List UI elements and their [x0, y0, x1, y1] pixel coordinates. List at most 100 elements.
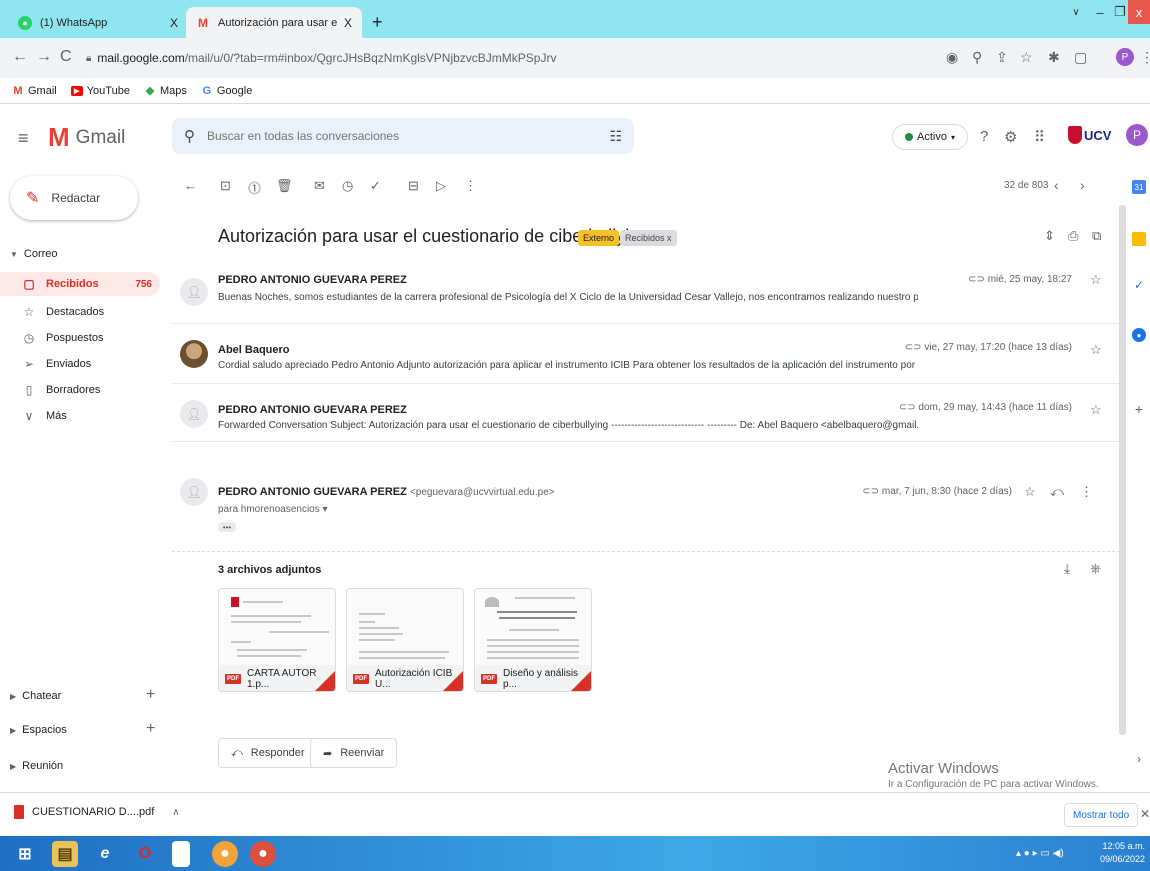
gmail-logo[interactable]: M Gmail	[48, 122, 125, 153]
next-arrow-icon[interactable]: ›	[1080, 177, 1085, 193]
thread-scrollbar[interactable]	[1119, 205, 1126, 735]
eye-icon[interactable]: ◉	[946, 49, 958, 66]
contacts-icon[interactable]: ●	[1132, 328, 1146, 342]
forward-icon[interactable]: →	[36, 48, 52, 66]
chrome-canary-icon[interactable]: ●	[212, 841, 238, 867]
show-all-downloads-button[interactable]: Mostrar todo	[1064, 803, 1139, 827]
section-chat[interactable]: ▶ Chatear	[10, 690, 61, 702]
more-actions-icon[interactable]: ⋮	[464, 178, 477, 194]
extensions-icon[interactable]: ✱	[1048, 49, 1060, 66]
settings-gear-icon[interactable]: ⚙	[1004, 128, 1017, 146]
sidebar-item-snoozed[interactable]: ◷ Pospuestos	[0, 326, 160, 350]
tab-search-icon[interactable]: ∨	[1066, 0, 1086, 24]
tab-gmail[interactable]: M Autorización para usar el cuestion X	[186, 7, 362, 38]
sidebar-item-sent[interactable]: ➢ Enviados	[0, 352, 160, 376]
snooze-icon[interactable]: ◷	[342, 178, 353, 194]
print-icon[interactable]: ⎙	[1068, 228, 1078, 244]
system-tray-icons[interactable]: ▴ ● ▸ ▭ ◀)	[1016, 848, 1064, 859]
download-item[interactable]: CUESTIONARIO D....pdf ∧	[14, 805, 180, 819]
report-spam-icon[interactable]: ⓵	[248, 178, 261, 197]
download-all-icon[interactable]: ⤓	[1064, 560, 1070, 577]
search-input[interactable]	[207, 129, 610, 143]
window-close-icon[interactable]: x	[1128, 0, 1150, 24]
mark-unread-icon[interactable]: ✉	[314, 178, 325, 194]
browser-profile-avatar[interactable]: P	[1116, 48, 1134, 66]
bookmark-star-icon[interactable]: ☆	[1020, 49, 1033, 66]
bookmark-google[interactable]: G Google	[201, 85, 253, 97]
keep-icon[interactable]	[1132, 232, 1146, 246]
tab-whatsapp[interactable]: ● (1) WhatsApp X	[8, 7, 188, 38]
search-options-icon[interactable]: ☷	[609, 128, 622, 145]
add-space-icon[interactable]: +	[146, 720, 155, 738]
compose-button[interactable]: ✎ Redactar	[10, 176, 138, 220]
restore-icon[interactable]: ❐	[1110, 0, 1130, 24]
add-addon-icon[interactable]: +	[1132, 401, 1146, 417]
add-task-icon[interactable]: ✓	[370, 178, 381, 194]
back-icon[interactable]: ←	[12, 48, 28, 66]
more-options-icon[interactable]: ⋮	[1080, 484, 1093, 500]
browser-menu-icon[interactable]: ⋮	[1140, 49, 1150, 66]
star-icon[interactable]: ☆	[1090, 402, 1102, 418]
help-icon[interactable]: ?	[980, 128, 988, 145]
search-icon[interactable]: ⚲	[184, 127, 195, 145]
account-avatar[interactable]: P	[1126, 124, 1148, 146]
section-meet[interactable]: ▶ Reunión	[10, 760, 63, 772]
close-icon[interactable]: X	[170, 16, 178, 30]
forward-button[interactable]: ➦ Reenviar	[310, 738, 398, 768]
taskbar-clock[interactable]: 12:05 a.m. 09/06/2022	[1100, 840, 1145, 866]
chrome-icon[interactable]: ●	[250, 841, 276, 867]
calendar-icon[interactable]: 31	[1132, 180, 1146, 194]
bookmark-maps[interactable]: ◆ Maps	[144, 85, 187, 98]
section-spaces[interactable]: ▶ Espacios	[10, 724, 67, 736]
star-icon[interactable]: ☆	[1090, 272, 1102, 288]
move-to-icon[interactable]: ⊟	[408, 178, 419, 194]
message-row[interactable]: Abel Baquero Cordial saludo apreciado Pe…	[172, 324, 1120, 384]
back-to-inbox-icon[interactable]: ←	[184, 178, 197, 193]
section-mail[interactable]: ▼ Correo	[10, 248, 58, 260]
add-chat-icon[interactable]: +	[146, 686, 155, 704]
close-icon[interactable]: X	[344, 16, 352, 30]
label-inbox[interactable]: Recibidos x	[620, 230, 677, 246]
reply-icon[interactable]: ⤺	[1050, 484, 1064, 500]
sidepanel-icon[interactable]: ▢	[1074, 49, 1087, 66]
attachment-card[interactable]: PDF Autorización ICIB U...	[346, 588, 464, 692]
url-bar[interactable]: 🔒︎ mail.google.com/mail/u/0/?tab=rm#inbo…	[86, 44, 1086, 72]
message-row[interactable]: 👤︎ PEDRO ANTONIO GUEVARA PEREZ Buenas No…	[172, 266, 1120, 324]
delete-icon[interactable]: 🗑︎	[276, 178, 293, 194]
prev-arrow-icon[interactable]: ‹	[1054, 177, 1059, 193]
apps-grid-icon[interactable]: ⠿	[1034, 128, 1045, 146]
reply-button[interactable]: ⤺ Responder	[218, 738, 318, 768]
message-row[interactable]: 👤︎ PEDRO ANTONIO GUEVARA PEREZ Forwarded…	[172, 384, 1120, 442]
label-icon[interactable]: ▷	[436, 178, 446, 194]
chevron-up-icon[interactable]: ∧	[172, 807, 179, 818]
expand-all-icon[interactable]: ⇕	[1044, 228, 1055, 244]
expand-panel-icon[interactable]: ›	[1132, 752, 1146, 766]
recipient-line[interactable]: para hmorenoasencios ▾	[218, 504, 328, 515]
sidebar-item-inbox[interactable]: ▢ Recibidos 756	[0, 272, 160, 296]
sidebar-item-drafts[interactable]: ▯ Borradores	[0, 378, 160, 402]
new-tab-button[interactable]: +	[372, 12, 383, 33]
file-explorer-icon[interactable]: ▤	[52, 841, 78, 867]
opera-icon[interactable]: O	[132, 841, 158, 867]
attachment-card[interactable]: PDF Diseño y análisis p...	[474, 588, 592, 692]
attachment-card[interactable]: PDF CARTA AUTOR 1.p...	[218, 588, 336, 692]
windows-start-icon[interactable]: ⊞	[12, 841, 38, 867]
bookmark-gmail[interactable]: M Gmail	[12, 85, 56, 97]
tasks-icon[interactable]: ✓	[1132, 278, 1146, 292]
main-menu-icon[interactable]: ≡	[18, 128, 29, 149]
add-to-drive-icon[interactable]: ⎈	[1090, 560, 1101, 577]
star-icon[interactable]: ☆	[1090, 342, 1102, 358]
sidebar-item-more[interactable]: ∨ Más	[0, 404, 160, 428]
status-selector[interactable]: Activo ▾	[892, 124, 968, 150]
archive-icon[interactable]: ⊡	[220, 178, 231, 194]
reload-icon[interactable]: C	[60, 48, 72, 66]
sidebar-item-starred[interactable]: ☆ Destacados	[0, 300, 160, 324]
label-external[interactable]: Externo	[578, 230, 620, 246]
star-icon[interactable]: ☆	[1024, 484, 1036, 500]
org-logo[interactable]: UCV	[1068, 120, 1120, 150]
internet-explorer-icon[interactable]: e	[92, 841, 118, 867]
zoom-icon[interactable]: ⚲	[972, 49, 982, 66]
show-trimmed-content-button[interactable]: •••	[218, 522, 236, 532]
document-app-icon[interactable]	[172, 841, 190, 867]
minimize-icon[interactable]: –	[1090, 0, 1110, 24]
